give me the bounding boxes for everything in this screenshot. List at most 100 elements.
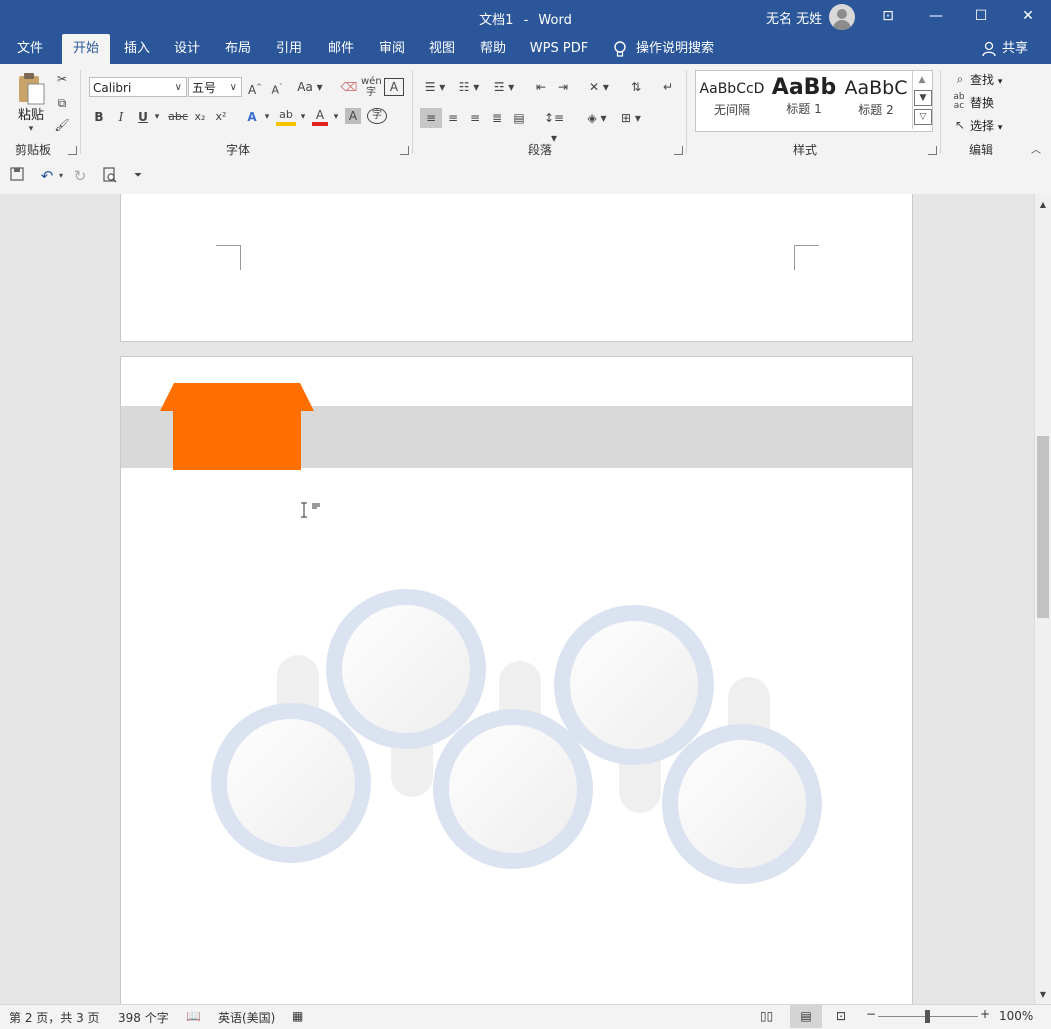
chevron-down-icon[interactable]: ▾ bbox=[298, 108, 308, 126]
zoom-in-icon[interactable]: + bbox=[980, 1007, 990, 1021]
word-count[interactable]: 398 个字 bbox=[118, 1009, 169, 1026]
print-layout-icon[interactable]: ▤ bbox=[790, 1005, 822, 1028]
undo-icon[interactable]: ↶ bbox=[37, 167, 57, 185]
style-heading-1[interactable]: AaBb 标题 1 bbox=[768, 71, 840, 129]
circle-shape[interactable] bbox=[433, 709, 593, 869]
zoom-slider-thumb[interactable] bbox=[925, 1010, 930, 1023]
phonetic-guide-icon[interactable]: wén 字 bbox=[361, 76, 382, 98]
ribbon-display-options-button[interactable]: ⊡ bbox=[865, 0, 911, 34]
avatar[interactable] bbox=[829, 4, 855, 30]
document-area[interactable] bbox=[0, 194, 1034, 1004]
character-border-icon[interactable]: A bbox=[384, 78, 404, 96]
language-indicator[interactable]: 英语(美国) bbox=[218, 1009, 275, 1026]
circle-shape[interactable] bbox=[211, 703, 371, 863]
styles-launcher-icon[interactable] bbox=[928, 146, 937, 155]
scroll-up-icon[interactable]: ▲ bbox=[914, 71, 930, 89]
paragraph-launcher-icon[interactable] bbox=[674, 146, 683, 155]
justify-icon[interactable]: ≣ bbox=[488, 108, 506, 128]
zoom-out-icon[interactable]: − bbox=[866, 1007, 876, 1021]
tab-home[interactable]: 开始 bbox=[62, 34, 110, 64]
minimize-button[interactable]: — bbox=[913, 0, 959, 34]
share-button[interactable]: 共享 bbox=[998, 34, 1032, 64]
tab-view[interactable]: 视图 bbox=[421, 34, 463, 64]
web-layout-icon[interactable]: ⊡ bbox=[836, 1009, 846, 1023]
scroll-up-icon[interactable]: ▲ bbox=[1035, 196, 1051, 214]
save-icon[interactable] bbox=[9, 167, 25, 186]
tab-review[interactable]: 审阅 bbox=[371, 34, 413, 64]
user-name[interactable]: 无名 无姓 bbox=[766, 8, 822, 27]
copy-icon[interactable]: ⧉ bbox=[54, 94, 70, 112]
sort-icon[interactable]: ⇅ bbox=[627, 78, 645, 96]
superscript-button[interactable]: x² bbox=[213, 108, 229, 126]
decrease-indent-icon[interactable]: ⇤ bbox=[532, 78, 550, 96]
page-2[interactable] bbox=[120, 356, 913, 1004]
text-effects-icon[interactable]: A bbox=[244, 108, 260, 126]
replace-button[interactable]: 替换 bbox=[970, 94, 994, 111]
tab-references[interactable]: 引用 bbox=[268, 34, 310, 64]
character-shading-icon[interactable]: A bbox=[345, 108, 361, 124]
tab-file[interactable]: 文件 bbox=[8, 34, 52, 64]
bold-button[interactable]: B bbox=[92, 108, 106, 126]
read-mode-icon[interactable]: ▯▯ bbox=[760, 1009, 773, 1023]
highlight-icon[interactable]: ab bbox=[276, 106, 296, 126]
gallery-more-icon[interactable]: ▽ bbox=[914, 109, 932, 125]
strikethrough-button[interactable]: abc bbox=[168, 108, 188, 126]
chevron-down-icon[interactable]: ▾ bbox=[262, 108, 272, 126]
font-name-combo[interactable]: Calibri ∨ bbox=[89, 77, 187, 97]
macro-recorder-icon[interactable]: ▦ bbox=[292, 1009, 303, 1023]
tab-design[interactable]: 设计 bbox=[166, 34, 208, 64]
show-marks-icon[interactable]: ↵ bbox=[660, 78, 676, 96]
scroll-down-icon[interactable]: ▼ bbox=[914, 90, 932, 106]
underline-button[interactable]: U bbox=[136, 108, 150, 126]
proofing-icon[interactable]: 📖 bbox=[186, 1009, 201, 1023]
maximize-button[interactable]: ☐ bbox=[958, 0, 1004, 34]
italic-button[interactable]: I bbox=[114, 108, 128, 126]
grow-font-icon[interactable]: A^ bbox=[247, 78, 263, 99]
vertical-scrollbar[interactable]: ▲ ▼ bbox=[1034, 194, 1051, 1004]
tab-help[interactable]: 帮助 bbox=[472, 34, 514, 64]
page-indicator[interactable]: 第 2 页，共 3 页 bbox=[9, 1009, 100, 1026]
page-1[interactable] bbox=[120, 194, 913, 342]
find-button[interactable]: 查找 ▾ bbox=[970, 71, 1002, 88]
chevron-down-icon[interactable]: ▾ bbox=[331, 108, 341, 126]
font-launcher-icon[interactable] bbox=[400, 146, 409, 155]
shrink-font-icon[interactable]: Aˇ bbox=[269, 78, 285, 100]
subscript-button[interactable]: x₂ bbox=[192, 108, 208, 126]
tell-me-search[interactable]: 操作说明搜索 bbox=[636, 34, 716, 64]
tab-insert[interactable]: 插入 bbox=[116, 34, 158, 64]
chevron-down-icon[interactable]: ▾ bbox=[57, 167, 65, 185]
style-heading-2[interactable]: AaBbC 标题 2 bbox=[840, 71, 912, 129]
enclose-characters-icon[interactable]: 字 bbox=[367, 108, 387, 124]
orange-tab-shape[interactable] bbox=[160, 383, 314, 470]
bullets-icon[interactable]: ☰ ▾ bbox=[422, 78, 448, 96]
close-button[interactable]: ✕ bbox=[1005, 0, 1051, 34]
scissors-icon[interactable]: ✂ bbox=[54, 70, 70, 88]
chinese-layout-icon[interactable]: ✕ ▾ bbox=[586, 78, 612, 96]
circle-shape[interactable] bbox=[326, 589, 486, 749]
increase-indent-icon[interactable]: ⇥ bbox=[554, 78, 572, 96]
zoom-level[interactable]: 100% bbox=[999, 1009, 1033, 1023]
scrollbar-thumb[interactable] bbox=[1037, 436, 1049, 618]
select-button[interactable]: 选择 ▾ bbox=[970, 117, 1002, 134]
circle-shape[interactable] bbox=[554, 605, 714, 765]
style-no-spacing[interactable]: AaBbCcD 无间隔 bbox=[696, 71, 768, 129]
tab-wps-pdf[interactable]: WPS PDF bbox=[526, 34, 592, 64]
align-left-icon[interactable]: ≡ bbox=[420, 108, 442, 128]
font-color-icon[interactable]: A bbox=[312, 106, 328, 126]
format-painter-icon[interactable]: 🖌 bbox=[54, 116, 70, 134]
numbering-icon[interactable]: ☷ ▾ bbox=[456, 78, 482, 96]
change-case-button[interactable]: Aa ▾ bbox=[296, 78, 324, 96]
shading-icon[interactable]: ◈ ▾ bbox=[582, 108, 612, 128]
chevron-down-icon[interactable]: ▾ bbox=[26, 120, 36, 138]
distributed-icon[interactable]: ▤ bbox=[510, 108, 528, 128]
font-size-combo[interactable]: 五号 ∨ bbox=[188, 77, 242, 97]
multilevel-list-icon[interactable]: ☲ ▾ bbox=[490, 78, 518, 96]
clipboard-launcher-icon[interactable] bbox=[68, 146, 77, 155]
customize-toolbar-icon[interactable]: ⏷ bbox=[132, 167, 144, 185]
chevron-down-icon[interactable]: ▾ bbox=[152, 108, 162, 126]
print-preview-icon[interactable] bbox=[101, 167, 119, 188]
tab-layout[interactable]: 布局 bbox=[217, 34, 259, 64]
tab-mailings[interactable]: 邮件 bbox=[320, 34, 362, 64]
redo-icon[interactable]: ↻ bbox=[72, 167, 88, 185]
borders-icon[interactable]: ⊞ ▾ bbox=[616, 108, 646, 128]
